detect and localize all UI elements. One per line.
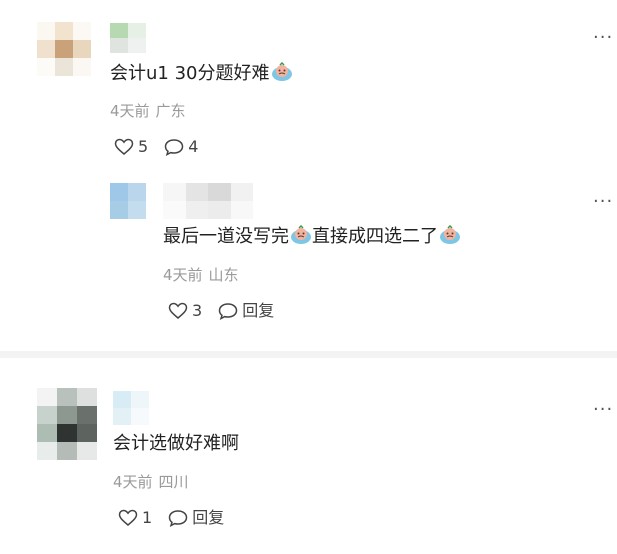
more-options-button[interactable]: ··· xyxy=(593,29,613,47)
reply-meta: 4天前 山东 xyxy=(163,265,239,285)
crying-face-emoji-icon xyxy=(271,61,293,89)
section-divider xyxy=(0,351,617,358)
comment-bubble-icon xyxy=(164,139,184,156)
heart-icon xyxy=(118,509,138,526)
reply-label: 回复 xyxy=(242,301,275,320)
like-count: 3 xyxy=(192,301,203,320)
heart-icon xyxy=(114,138,134,155)
reply-actions: 3 回复 xyxy=(168,301,290,321)
heart-icon xyxy=(168,302,188,319)
reply-avatar[interactable] xyxy=(110,183,146,219)
timestamp: 4天前 xyxy=(110,102,150,120)
like-count: 5 xyxy=(138,137,149,156)
location: 山东 xyxy=(208,266,239,284)
username-blurred[interactable] xyxy=(110,23,146,53)
comment-text: 会计u1 30分题好难 xyxy=(110,61,293,89)
reply-text-part1: 最后一道没写完 xyxy=(163,226,289,247)
reply-text-part2: 直接成四选二了 xyxy=(312,226,438,247)
comment-bubble-icon xyxy=(218,303,238,320)
reply-button[interactable]: 回复 xyxy=(168,508,224,528)
username-blurred[interactable] xyxy=(113,391,149,425)
comment-text-content: 会计u1 30分题好难 xyxy=(110,63,270,84)
like-count: 1 xyxy=(142,508,153,527)
reply-count-button[interactable]: 4 xyxy=(164,137,198,157)
more-options-button[interactable]: ··· xyxy=(593,401,613,419)
comment-actions: 5 4 xyxy=(114,137,214,157)
reply-button[interactable]: 回复 xyxy=(218,301,274,321)
crying-face-emoji-icon xyxy=(290,224,312,252)
comment-meta: 4天前 四川 xyxy=(113,472,189,492)
reply-label: 回复 xyxy=(192,508,225,527)
location: 四川 xyxy=(158,473,189,491)
reply-more-options-button[interactable]: ··· xyxy=(593,193,613,211)
reply-count: 4 xyxy=(188,137,199,156)
comment-actions: 1 回复 xyxy=(118,508,240,528)
timestamp: 4天前 xyxy=(163,266,203,284)
avatar[interactable] xyxy=(37,388,97,460)
crying-face-emoji-icon xyxy=(439,224,461,252)
comment-text: 会计选做好难啊 xyxy=(113,433,239,454)
reply-text: 最后一道没写完 直接成四选二了 xyxy=(163,224,461,252)
timestamp: 4天前 xyxy=(113,473,153,491)
like-button[interactable]: 5 xyxy=(114,137,148,157)
like-button[interactable]: 3 xyxy=(168,301,202,321)
like-button[interactable]: 1 xyxy=(118,508,152,528)
location: 广东 xyxy=(155,102,186,120)
comment-bubble-icon xyxy=(168,510,188,527)
avatar[interactable] xyxy=(37,22,91,76)
reply-username-blurred[interactable] xyxy=(163,183,253,219)
comment-meta: 4天前 广东 xyxy=(110,101,186,121)
